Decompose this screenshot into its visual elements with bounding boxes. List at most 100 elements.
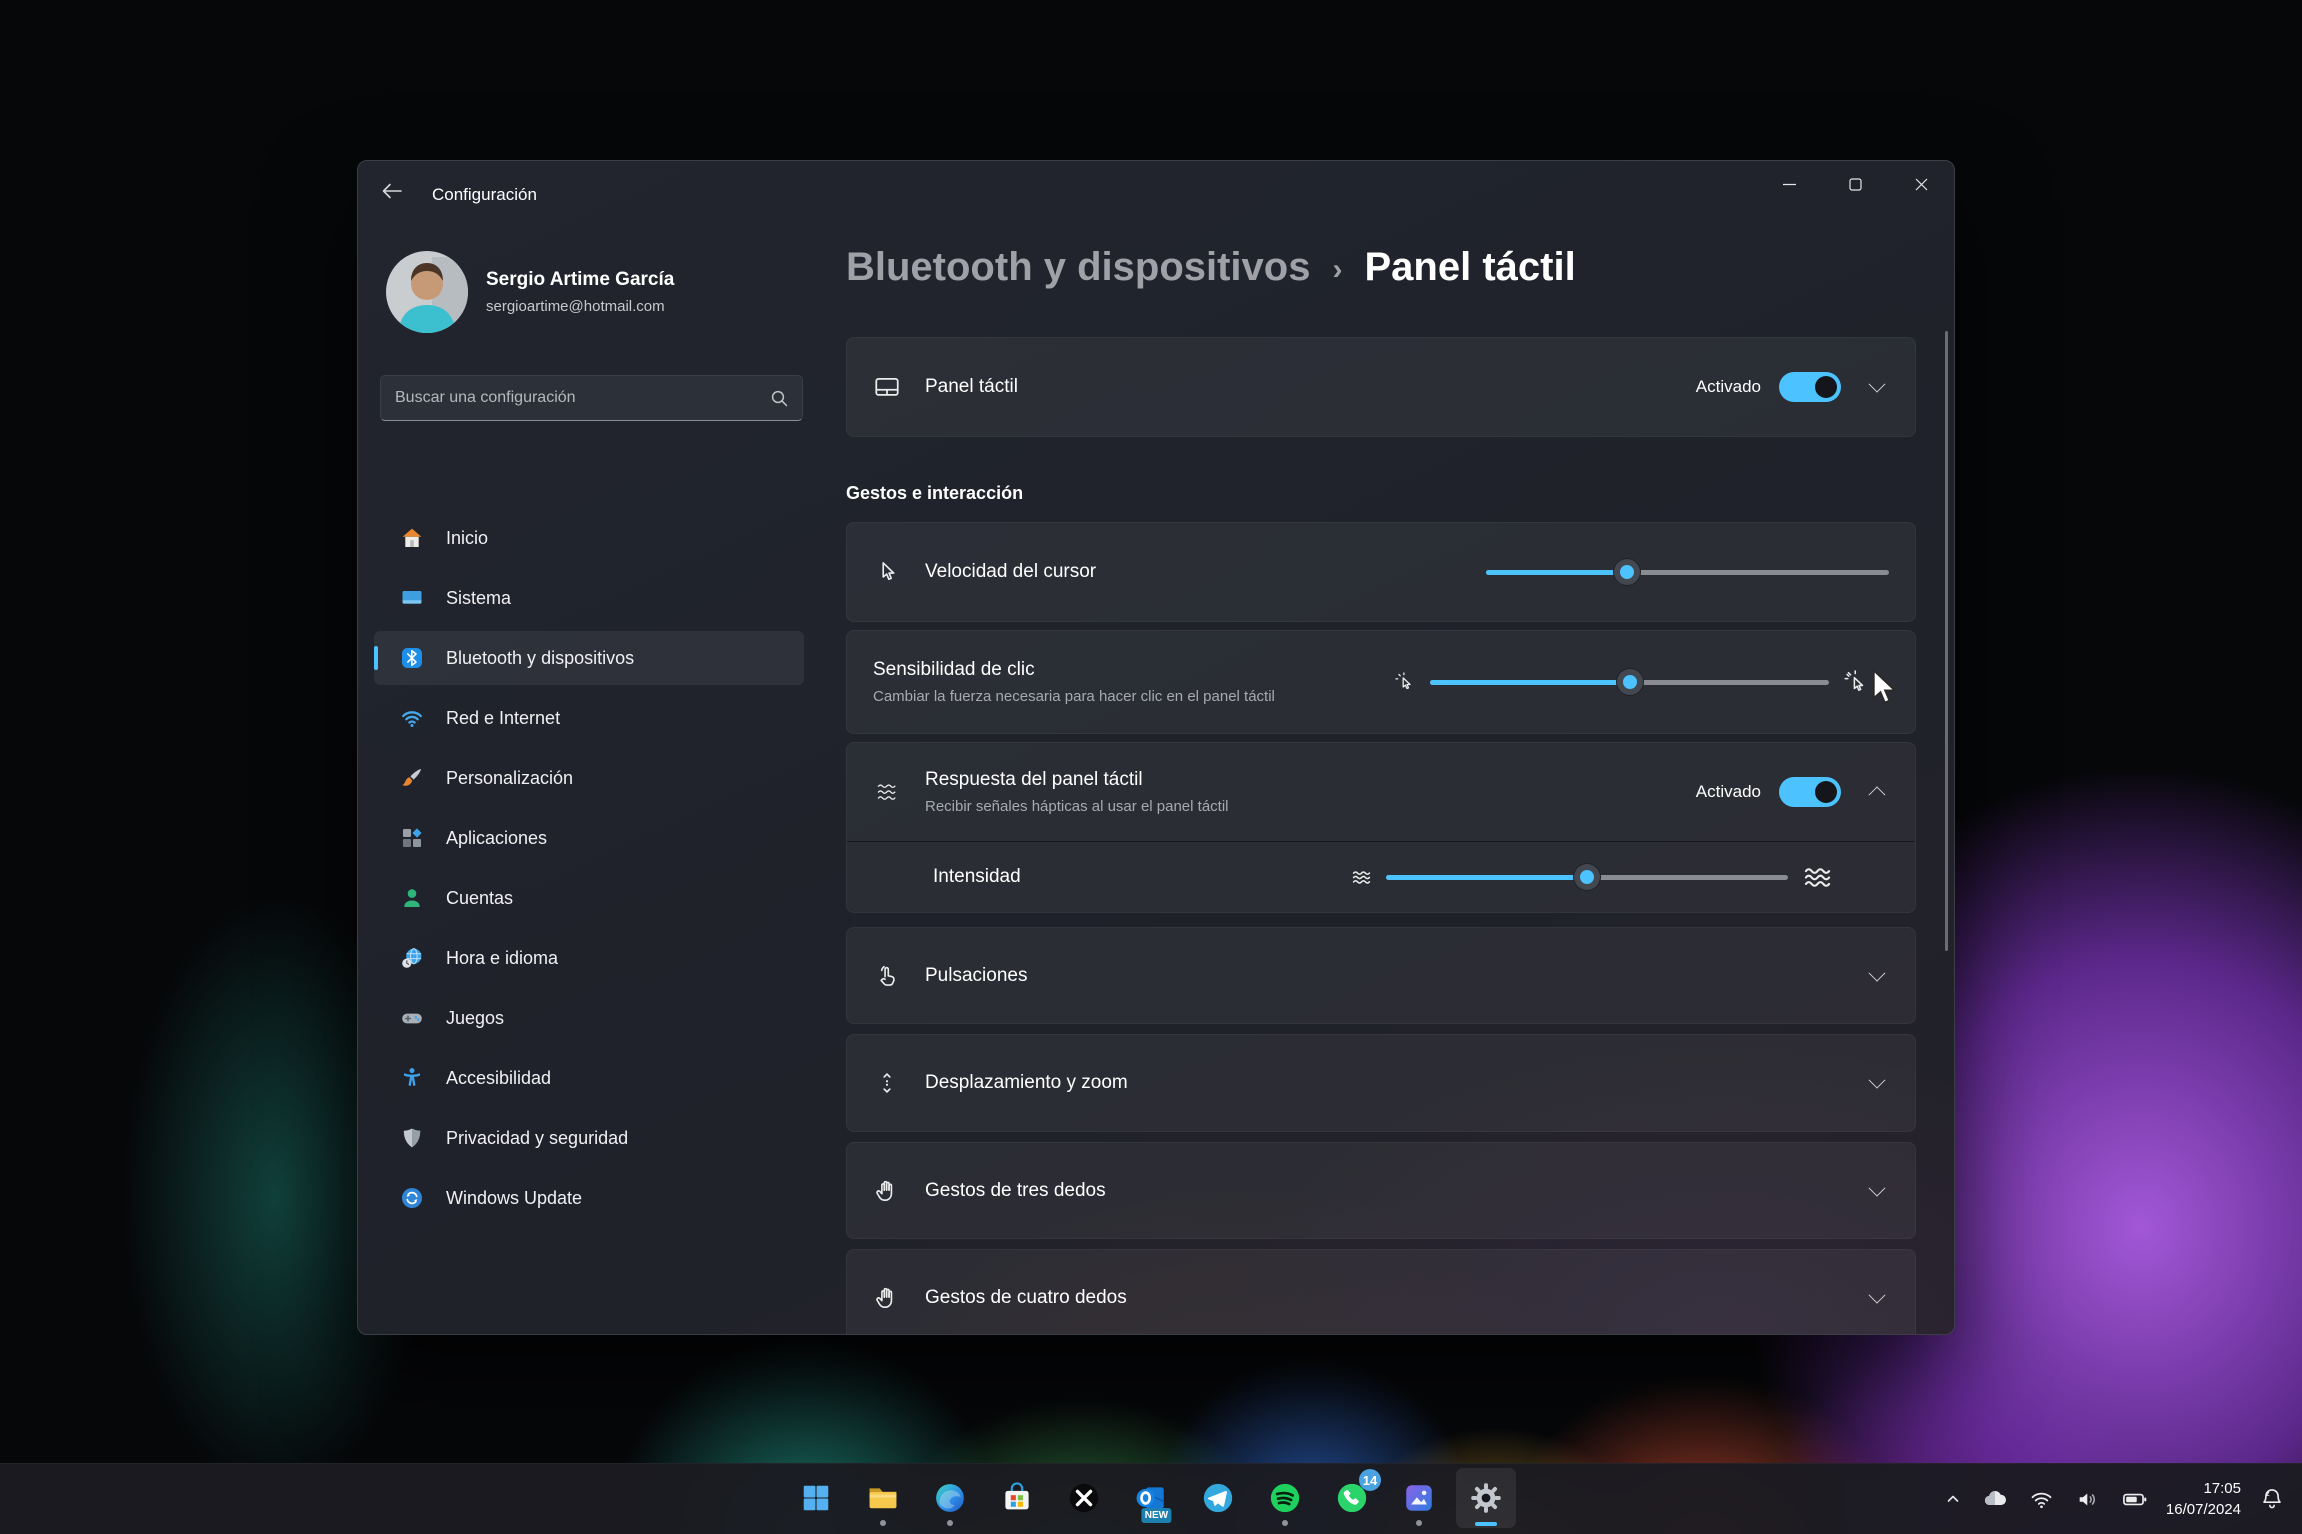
intensity-label: Intensidad bbox=[933, 866, 1021, 888]
click-sensitivity-slider[interactable] bbox=[1430, 680, 1829, 685]
search-box[interactable] bbox=[380, 375, 803, 421]
touchpad-label: Panel táctil bbox=[925, 376, 1018, 398]
touchpad-expand-button[interactable] bbox=[1865, 375, 1889, 399]
breadcrumb-parent[interactable]: Bluetooth y dispositivos bbox=[846, 245, 1310, 290]
breadcrumb: Bluetooth y dispositivos › Panel táctil bbox=[846, 245, 1576, 290]
start-button[interactable] bbox=[786, 1468, 846, 1528]
four-finger-label: Gestos de cuatro dedos bbox=[925, 1287, 1127, 1309]
sidebar-item-bluetooth-y-dispositivos[interactable]: Bluetooth y dispositivos bbox=[374, 631, 804, 685]
touchpad-status: Activado bbox=[1696, 377, 1761, 397]
taps-label: Pulsaciones bbox=[925, 965, 1027, 987]
telegram-button[interactable] bbox=[1188, 1468, 1248, 1528]
desktop: Configuración bbox=[0, 0, 2302, 1534]
sidebar-item-hora-e-idioma[interactable]: Hora e idioma bbox=[374, 931, 804, 985]
sidebar-nav: Inicio Sistema Bluetooth y dispositivos bbox=[374, 511, 804, 1225]
sidebar-item-accesibilidad[interactable]: Accesibilidad bbox=[374, 1051, 804, 1105]
running-indicator bbox=[880, 1520, 886, 1526]
click-strong-icon bbox=[1843, 669, 1869, 695]
sidebar-item-aplicaciones[interactable]: Aplicaciones bbox=[374, 811, 804, 865]
edge-icon bbox=[933, 1481, 967, 1515]
user-name: Sergio Artime García bbox=[486, 269, 674, 291]
click-sensitivity-slider-thumb[interactable] bbox=[1617, 669, 1643, 695]
sidebar-item-juegos[interactable]: Juegos bbox=[374, 991, 804, 1045]
titlebar: Configuración bbox=[358, 161, 1954, 217]
settings-window: Configuración bbox=[357, 160, 1955, 1335]
haptics-collapse-button[interactable] bbox=[1865, 780, 1889, 804]
whatsapp-button[interactable]: 14 bbox=[1322, 1468, 1382, 1528]
scroll-zoom-expand-button[interactable] bbox=[1865, 1071, 1889, 1095]
x-twitter-icon bbox=[1067, 1481, 1101, 1515]
intensity-slider[interactable] bbox=[1386, 875, 1788, 880]
click-light-icon bbox=[1394, 671, 1416, 693]
chevron-down-icon bbox=[1869, 1072, 1886, 1089]
three-finger-expand-button[interactable] bbox=[1865, 1179, 1889, 1203]
scrollbar[interactable] bbox=[1945, 331, 1948, 951]
chevron-up-icon bbox=[1869, 786, 1886, 803]
onedrive-icon[interactable] bbox=[1979, 1483, 2011, 1515]
notification-bell-dnd-icon[interactable]: z bbox=[2256, 1483, 2288, 1515]
chevron-down-icon bbox=[1869, 1179, 1886, 1196]
click-sensitivity-title: Sensibilidad de clic bbox=[873, 659, 1275, 681]
photos-button[interactable] bbox=[1389, 1468, 1449, 1528]
outlook-button[interactable]: NEW bbox=[1121, 1468, 1181, 1528]
sidebar: Sergio Artime García sergioartime@hotmai… bbox=[358, 217, 836, 1334]
bluetooth-icon bbox=[400, 646, 424, 670]
cursor-speed-slider-thumb[interactable] bbox=[1614, 559, 1640, 585]
sidebar-item-windows-update[interactable]: Windows Update bbox=[374, 1171, 804, 1225]
four-finger-row[interactable]: Gestos de cuatro dedos bbox=[846, 1249, 1916, 1335]
running-indicator bbox=[947, 1520, 953, 1526]
running-indicator bbox=[1282, 1520, 1288, 1526]
home-icon bbox=[400, 526, 424, 550]
taps-row[interactable]: Pulsaciones bbox=[846, 927, 1916, 1024]
minimize-icon bbox=[1783, 178, 1796, 191]
telegram-icon bbox=[1201, 1481, 1235, 1515]
file-explorer-button[interactable] bbox=[853, 1468, 913, 1528]
haptics-toggle[interactable] bbox=[1779, 777, 1841, 807]
shield-icon bbox=[400, 1126, 424, 1150]
touchpad-icon bbox=[873, 373, 901, 401]
search-input[interactable] bbox=[381, 389, 771, 407]
arrow-left-icon bbox=[382, 183, 402, 199]
spotify-button[interactable] bbox=[1255, 1468, 1315, 1528]
close-button[interactable] bbox=[1888, 161, 1954, 207]
scroll-gesture-icon bbox=[873, 1070, 901, 1096]
photos-icon bbox=[1402, 1481, 1436, 1515]
cursor-icon bbox=[873, 559, 901, 585]
clock[interactable]: 17:05 16/07/2024 bbox=[2166, 1478, 2241, 1520]
x-twitter-button[interactable] bbox=[1054, 1468, 1114, 1528]
sidebar-item-sistema[interactable]: Sistema bbox=[374, 571, 804, 625]
sidebar-item-cuentas[interactable]: Cuentas bbox=[374, 871, 804, 925]
back-button[interactable] bbox=[372, 175, 412, 207]
taps-expand-button[interactable] bbox=[1865, 964, 1889, 988]
maximize-button[interactable] bbox=[1822, 161, 1888, 207]
battery-icon[interactable] bbox=[2118, 1483, 2151, 1516]
cursor-speed-row: Velocidad del cursor bbox=[846, 522, 1916, 622]
intensity-slider-thumb[interactable] bbox=[1574, 864, 1600, 890]
edge-button[interactable] bbox=[920, 1468, 980, 1528]
haptics-status: Activado bbox=[1696, 782, 1761, 802]
file-explorer-icon bbox=[866, 1481, 900, 1515]
intensity-row: Intensidad bbox=[847, 842, 1915, 912]
three-finger-row[interactable]: Gestos de tres dedos bbox=[846, 1142, 1916, 1239]
sidebar-item-inicio[interactable]: Inicio bbox=[374, 511, 804, 565]
cursor-speed-slider[interactable] bbox=[1486, 570, 1889, 575]
scroll-zoom-row[interactable]: Desplazamiento y zoom bbox=[846, 1034, 1916, 1132]
microsoft-store-button[interactable] bbox=[987, 1468, 1047, 1528]
sidebar-item-personalizacion[interactable]: Personalización bbox=[374, 751, 804, 805]
volume-icon[interactable] bbox=[2072, 1484, 2103, 1515]
four-finger-expand-button[interactable] bbox=[1865, 1286, 1889, 1310]
clock-date: 16/07/2024 bbox=[2166, 1499, 2241, 1520]
waves-large-icon bbox=[1802, 862, 1833, 893]
hidden-icons-chevron[interactable] bbox=[1942, 1488, 1964, 1510]
touchpad-toggle[interactable] bbox=[1779, 372, 1841, 402]
wifi-icon[interactable] bbox=[2026, 1484, 2057, 1515]
user-profile[interactable]: Sergio Artime García sergioartime@hotmai… bbox=[386, 251, 674, 333]
accessibility-person-icon bbox=[400, 1066, 424, 1090]
sidebar-item-privacidad-y-seguridad[interactable]: Privacidad y seguridad bbox=[374, 1111, 804, 1165]
minimize-button[interactable] bbox=[1756, 161, 1822, 207]
sidebar-item-red-e-internet[interactable]: Red e Internet bbox=[374, 691, 804, 745]
haptics-title: Respuesta del panel táctil bbox=[925, 769, 1229, 791]
settings-button[interactable] bbox=[1456, 1468, 1516, 1528]
touchpad-master-row: Panel táctil Activado bbox=[846, 337, 1916, 437]
microsoft-store-icon bbox=[1000, 1481, 1034, 1515]
